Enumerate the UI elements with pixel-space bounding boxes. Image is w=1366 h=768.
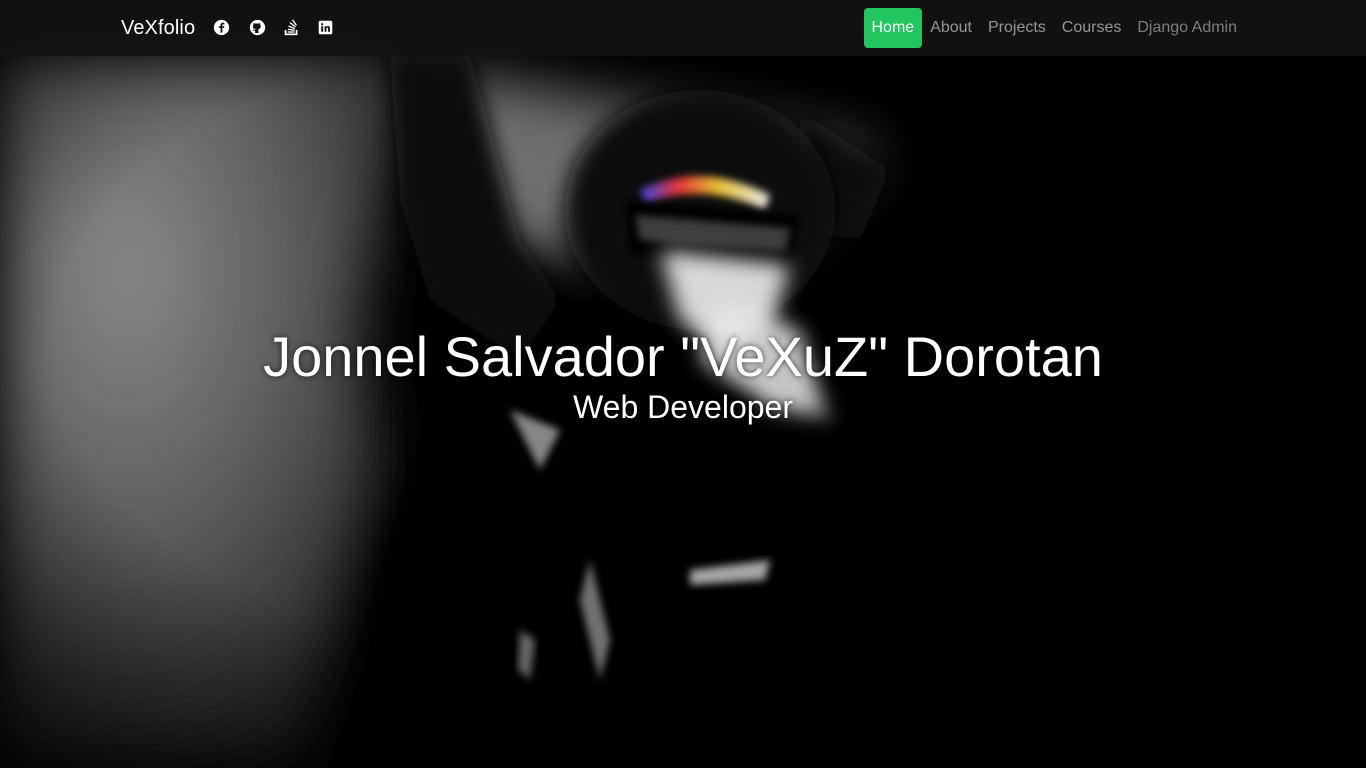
page: VeXfolio Home About Projects Courses Dja… <box>0 0 1366 768</box>
nav-links: Home About Projects Courses Django Admin <box>863 8 1246 48</box>
hero-heading-block: Jonnel Salvador "VeXuZ" Dorotan Web Deve… <box>0 322 1366 427</box>
github-icon[interactable] <box>247 17 267 37</box>
facebook-icon[interactable] <box>211 17 231 37</box>
hero-role: Web Developer <box>573 389 793 425</box>
hero-name: Jonnel Salvador "VeXuZ" Dorotan <box>263 325 1103 388</box>
stack-overflow-icon[interactable] <box>281 17 301 37</box>
navbar: VeXfolio Home About Projects Courses Dja… <box>0 0 1366 56</box>
brand-logo[interactable]: VeXfolio <box>121 15 195 41</box>
linkedin-icon[interactable] <box>315 17 335 37</box>
nav-link-projects[interactable]: Projects <box>980 8 1054 48</box>
nav-link-home[interactable]: Home <box>863 8 923 48</box>
nav-link-courses[interactable]: Courses <box>1054 8 1130 48</box>
nav-link-about[interactable]: About <box>922 8 980 48</box>
nav-link-django-admin[interactable]: Django Admin <box>1129 8 1245 48</box>
